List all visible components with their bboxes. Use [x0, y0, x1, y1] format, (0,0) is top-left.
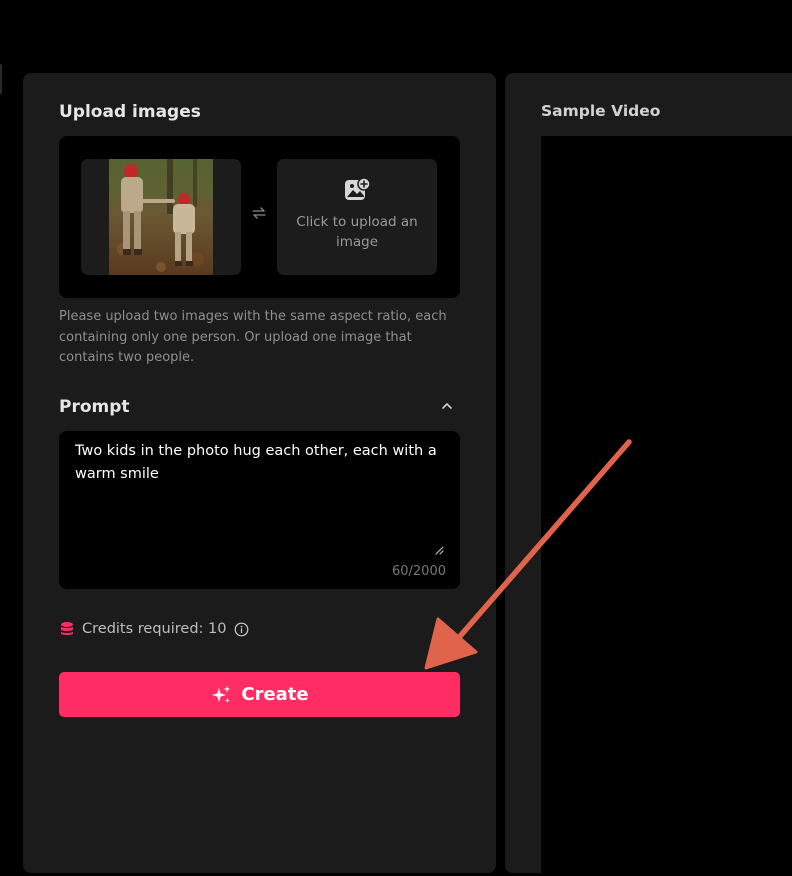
- sample-video-player[interactable]: [541, 136, 792, 876]
- upload-images-title: Upload images: [59, 102, 201, 122]
- uploaded-image-slot[interactable]: [81, 159, 241, 275]
- sparkle-icon: [212, 685, 231, 703]
- image-add-icon: [345, 177, 371, 200]
- sample-video-title: Sample Video: [541, 102, 661, 120]
- create-button-label: Create: [241, 684, 309, 705]
- character-counter: 60/2000: [391, 564, 446, 579]
- sample-video-panel: Sample Video: [505, 73, 792, 876]
- resize-grip-icon[interactable]: [432, 543, 444, 555]
- credits-required-text: Credits required: 10: [82, 621, 227, 637]
- upload-hint: Please upload two images with the same a…: [59, 309, 447, 365]
- swap-icon[interactable]: [251, 205, 267, 221]
- database-icon: [61, 622, 73, 635]
- upload-image-button[interactable]: Click to upload an image: [277, 159, 437, 275]
- upload-prompt-text: Click to upload an image: [296, 214, 418, 250]
- prompt-textarea[interactable]: Two kids in the photo hug each other, ea…: [75, 440, 445, 550]
- prompt-title: Prompt: [59, 397, 130, 417]
- chevron-up-icon[interactable]: [440, 399, 454, 413]
- edge-sliver: [0, 64, 2, 94]
- upload-area: Click to upload an image: [59, 136, 460, 298]
- credits-row: Credits required: 10: [59, 621, 249, 637]
- create-button[interactable]: Create: [59, 672, 460, 717]
- info-icon[interactable]: [234, 622, 249, 637]
- uploaded-image-thumbnail: [109, 159, 213, 275]
- generator-panel: Upload images Click to upload an image P…: [23, 73, 496, 873]
- prompt-box: Two kids in the photo hug each other, ea…: [59, 431, 460, 589]
